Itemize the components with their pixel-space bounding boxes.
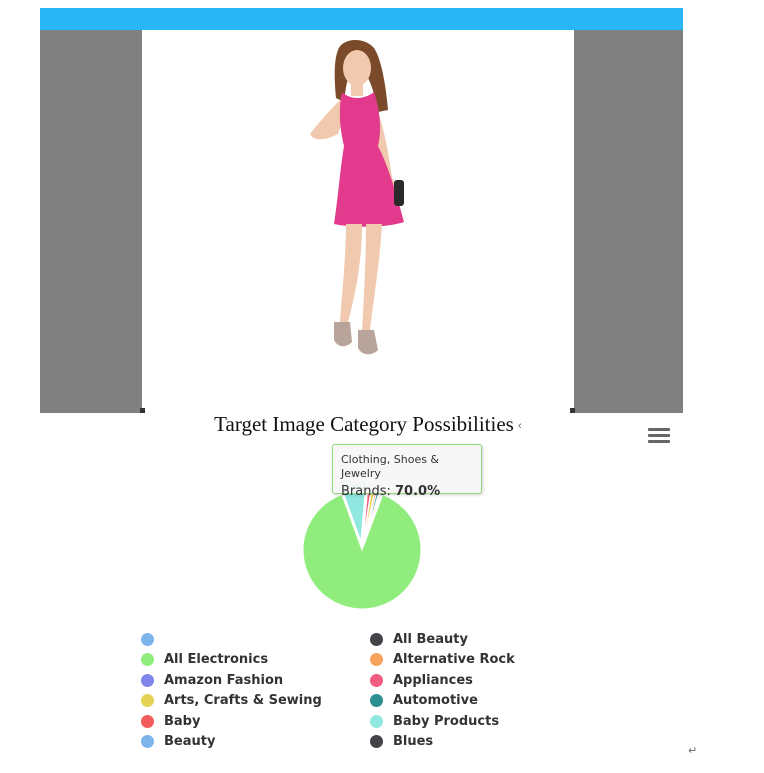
legend-color-dot: [370, 632, 383, 646]
legend-color-dot: [370, 714, 383, 728]
tooltip-category: Clothing, Shoes & Jewelry: [341, 453, 440, 480]
legend-color-dot: [141, 694, 154, 707]
legend-color-dot: [141, 653, 154, 666]
legend-item[interactable]: Amazon Fashion: [141, 670, 283, 690]
legend-item[interactable]: Arts, Crafts & Sewing: [141, 691, 322, 711]
legend-color-dot: [141, 735, 154, 748]
legend-label: Blues: [393, 734, 434, 749]
legend-label: Alternative Rock: [393, 652, 515, 667]
legend-item[interactable]: All Electronics: [141, 650, 268, 670]
tooltip-series-name: Brands: [341, 484, 387, 499]
legend-label: All Electronics: [164, 652, 269, 667]
tooltip-separator: :: [386, 484, 396, 499]
chart-tooltip: Clothing, Shoes & Jewelry Brands: 70.0%: [332, 444, 482, 499]
legend-color-dot: [141, 714, 154, 728]
legend-label: Baby Products: [393, 713, 500, 729]
legend-color-dot: [370, 694, 383, 707]
tooltip-value-line: Brands: 70.0%: [341, 484, 481, 499]
chart-legend: All Electronics Amazon Fashion Arts, Craft…: [141, 629, 541, 753]
legend-label: Automotive: [393, 693, 478, 708]
legend-color-dot: [370, 735, 383, 748]
legend-item[interactable]: Baby Products: [370, 711, 499, 731]
legend-label: Baby: [164, 713, 201, 729]
paragraph-return-mark: ↵: [688, 744, 698, 757]
tooltip-value: 70.0%: [395, 484, 441, 499]
legend-item[interactable]: Appliances: [370, 670, 473, 690]
legend-color-dot: [141, 673, 154, 687]
legend-item[interactable]: [141, 629, 164, 649]
legend-item[interactable]: Baby: [141, 711, 200, 731]
legend-item[interactable]: Alternative Rock: [370, 650, 515, 670]
legend-label: Beauty: [164, 734, 216, 749]
legend-color-dot: [141, 632, 154, 646]
legend-item[interactable]: All Beauty: [370, 629, 468, 649]
legend-label: Arts, Crafts & Sewing: [164, 693, 322, 708]
legend-item[interactable]: Beauty: [141, 732, 215, 752]
legend-item[interactable]: Blues: [370, 732, 433, 752]
legend-item[interactable]: Automotive: [370, 691, 478, 711]
legend-label: All Beauty: [393, 631, 468, 647]
legend-label: Amazon Fashion: [164, 672, 284, 688]
legend-color-dot: [370, 673, 383, 687]
legend-color-dot: [370, 653, 383, 666]
legend-label: Appliances: [393, 672, 473, 688]
